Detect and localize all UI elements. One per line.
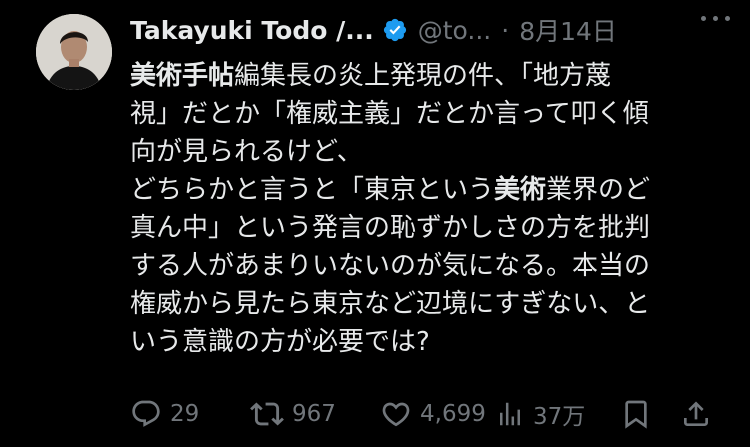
avatar-photo [36, 14, 112, 90]
tweet-line: 美術手帖編集長の炎上発現の件、「地方蔑 [130, 57, 720, 95]
tweet-text-segment: 権威から見たら東京など辺境にすぎない、と [130, 289, 651, 319]
separator-dot: · [501, 15, 510, 45]
tweet-text-segment: 視」だとか「権威主義」だとか言って叩く傾 [130, 99, 649, 129]
author-name[interactable]: Takayuki Todo /... [130, 16, 374, 45]
highlighted-term: 美術手帖 [130, 61, 235, 91]
like-count: 4,699 [420, 401, 486, 427]
tweet-text-segment: どちらかと言うと「東京という [130, 175, 495, 205]
views-count: 37万 [533, 404, 586, 430]
tweet-text-segment: 編集長の炎上発現の件、「地方蔑 [234, 61, 612, 91]
like-button[interactable]: 4,699 [380, 394, 486, 434]
bookmark-icon [625, 400, 647, 429]
tweet-text-segment: する人があまりいないのが気になる。本当の [130, 251, 651, 281]
tweet-text: 美術手帖編集長の炎上発現の件、「地方蔑視」だとか「権威主義」だとか言って叩く傾向… [130, 57, 720, 361]
views-button[interactable]: 37万 [495, 394, 585, 434]
tweet-date[interactable]: 8月14日 [519, 12, 617, 48]
tweet-text-segment: 向が見られるけど、 [130, 137, 363, 167]
heart-icon [382, 402, 410, 427]
tweet-header: Takayuki Todo /... @to... · 8月14日 [130, 10, 730, 50]
reply-count: 29 [170, 401, 200, 427]
tweet-line: いう意識の方が必要では? [130, 323, 720, 361]
reply-icon [132, 400, 160, 427]
tweet-text-segment: いう意識の方が必要では? [130, 327, 430, 357]
tweet-line: 視」だとか「権威主義」だとか言って叩く傾 [130, 95, 720, 133]
author-handle[interactable]: @to... [418, 16, 492, 45]
views-bar-chart-icon [500, 402, 520, 426]
retweet-icon [250, 402, 284, 426]
tweet-text-segment: 真ん中」という発言の恥ずかしさの方を批判 [130, 213, 651, 243]
share-button[interactable] [680, 394, 712, 434]
tweet-line: 真ん中」という発言の恥ずかしさの方を批判 [130, 209, 720, 247]
retweet-button[interactable]: 967 [250, 394, 336, 434]
verified-badge-icon [382, 17, 408, 43]
tweet-line: 権威から見たら東京など辺境にすぎない、と [130, 285, 720, 323]
retweet-count: 967 [292, 401, 336, 427]
author-avatar[interactable] [36, 14, 112, 90]
tweet-actions: 29 967 4,699 37万 [130, 394, 720, 434]
tweet-line: どちらかと言うと「東京という美術業界のど [130, 171, 720, 209]
bookmark-button[interactable] [620, 394, 652, 434]
tweet-text-segment: 業界のど [546, 175, 651, 205]
share-icon [684, 401, 708, 426]
tweet-line: 向が見られるけど、 [130, 133, 720, 171]
tweet-line: する人があまりいないのが気になる。本当の [130, 247, 720, 285]
reply-button[interactable]: 29 [130, 394, 199, 434]
more-dots-icon[interactable] [701, 16, 730, 21]
highlighted-term: 美術 [494, 175, 547, 205]
